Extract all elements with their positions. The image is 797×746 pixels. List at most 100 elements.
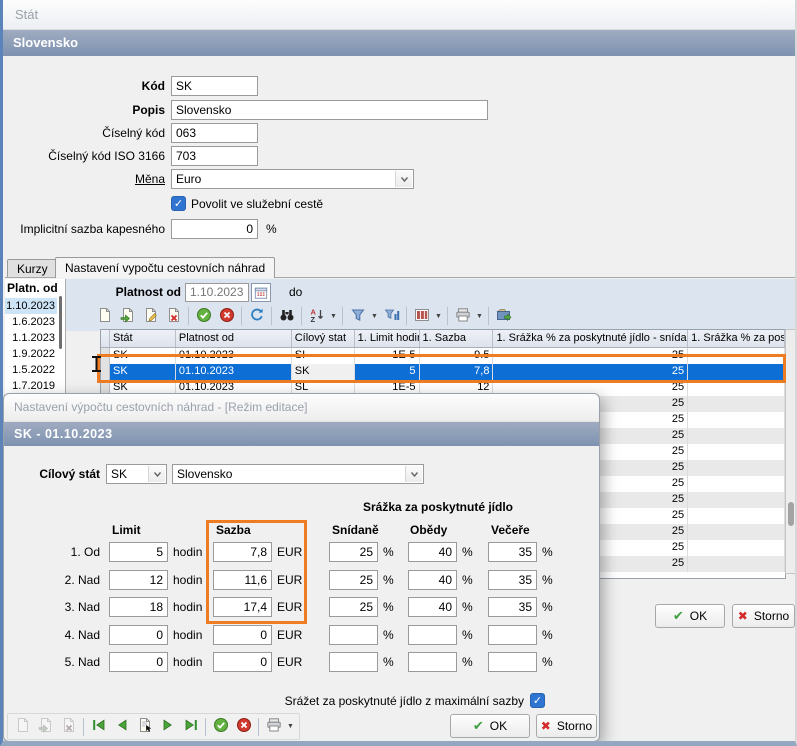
calendar-button[interactable]: [251, 283, 271, 302]
table-scrollbar-thumb[interactable]: [788, 502, 794, 526]
sort-az-button[interactable]: AZ: [305, 306, 328, 327]
sazba-input[interactable]: 0: [213, 625, 272, 645]
sazba-input[interactable]: 17,4: [213, 597, 272, 617]
row-marker-cell[interactable]: [101, 348, 110, 364]
nav-last-button[interactable]: [179, 716, 202, 737]
sazba-input[interactable]: 0: [213, 652, 272, 672]
table-cell[interactable]: [688, 396, 785, 412]
tab-nahrady[interactable]: Nastavení vypočtu cestovních náhrad: [55, 257, 275, 278]
table-cell[interactable]: [688, 460, 785, 476]
binoculars-button[interactable]: [275, 306, 298, 327]
srazet-checkbox[interactable]: ✓: [530, 693, 545, 708]
cancel-button[interactable]: [215, 306, 238, 327]
vecere-input[interactable]: 35: [488, 570, 537, 590]
filter-columns-button[interactable]: [380, 306, 403, 327]
obedy-input[interactable]: 40: [408, 542, 457, 562]
table-row[interactable]: SK01.10.2023SK57,825: [101, 364, 785, 380]
table-cell[interactable]: [688, 524, 785, 540]
columns-button[interactable]: [410, 306, 433, 327]
dropdown-caret-icon[interactable]: ▼: [369, 313, 380, 320]
limit-hours-input[interactable]: 0: [109, 652, 168, 672]
snidane-input[interactable]: 25: [329, 542, 378, 562]
table-cell[interactable]: [688, 492, 785, 508]
platnost-list-item[interactable]: 1.9.2022: [5, 346, 57, 362]
cancel-button[interactable]: [232, 716, 255, 737]
accept-button[interactable]: [209, 716, 232, 737]
table-cell[interactable]: 7,8: [420, 364, 494, 380]
record-list-button[interactable]: [133, 716, 156, 737]
table-cell[interactable]: 1E-5: [355, 348, 420, 364]
kod-input[interactable]: SK: [171, 76, 258, 96]
table-cell[interactable]: [688, 444, 785, 460]
platnost-list-item[interactable]: 1.1.2023: [5, 330, 57, 346]
platnost-list-item[interactable]: 1.6.2023: [5, 314, 57, 330]
snidane-input[interactable]: [329, 652, 378, 672]
nav-prev-button[interactable]: [110, 716, 133, 737]
obedy-input[interactable]: 40: [408, 597, 457, 617]
table-cell[interactable]: [688, 508, 785, 524]
snidane-input[interactable]: 25: [329, 570, 378, 590]
cilovy-stat-code-select[interactable]: SK: [106, 464, 167, 484]
dropdown-caret-icon[interactable]: ▼: [433, 313, 444, 320]
storno-button[interactable]: ✖ Storno: [732, 604, 795, 628]
table-column-header[interactable]: 1. Srážka % za pos: [688, 330, 785, 347]
obedy-input[interactable]: 40: [408, 570, 457, 590]
printer-button[interactable]: [262, 716, 285, 737]
sazba-input[interactable]: 7,8: [213, 542, 272, 562]
table-cell[interactable]: [688, 380, 785, 396]
table-cell[interactable]: [688, 556, 785, 572]
table-row[interactable]: SK01.10.2023SI1E-59.525: [101, 348, 785, 364]
platnost-list-item[interactable]: 1.5.2022: [5, 362, 57, 378]
platnost-list-item[interactable]: 1.10.2023: [5, 298, 57, 314]
limit-hours-input[interactable]: 12: [109, 570, 168, 590]
dropdown-caret-icon[interactable]: ▼: [328, 313, 339, 320]
table-cell[interactable]: SI: [292, 348, 355, 364]
table-scrollbar[interactable]: [785, 329, 797, 574]
table-column-header[interactable]: Cílový stat: [292, 330, 355, 347]
table-cell[interactable]: [688, 540, 785, 556]
table-cell[interactable]: SK: [110, 364, 176, 380]
chevron-down-icon[interactable]: [405, 466, 422, 482]
popis-input[interactable]: Slovensko: [171, 100, 488, 120]
dialog-ok-button[interactable]: ✔ OK: [450, 714, 530, 738]
table-cell[interactable]: [688, 348, 785, 364]
vecere-input[interactable]: 35: [488, 597, 537, 617]
table-cell[interactable]: 25: [493, 364, 688, 380]
table-cell[interactable]: 25: [493, 348, 688, 364]
table-column-header[interactable]: Platnost od: [176, 330, 292, 347]
ok-button[interactable]: ✔ OK: [655, 604, 725, 628]
table-column-header[interactable]: 1. Sazba: [420, 330, 494, 347]
chevron-down-icon[interactable]: [148, 466, 165, 482]
table-column-header[interactable]: 1. Srážka % za poskytnuté jídlo - snídan…: [493, 330, 688, 347]
table-cell[interactable]: 01.10.2023: [176, 364, 292, 380]
page-edit-button[interactable]: [139, 306, 162, 327]
sazba-input[interactable]: 11,6: [213, 570, 272, 590]
nav-next-button[interactable]: [156, 716, 179, 737]
table-cell[interactable]: [688, 428, 785, 444]
table-column-header[interactable]: 1. Limit hodin: [355, 330, 420, 347]
obedy-input[interactable]: [408, 625, 457, 645]
dropdown-caret-icon[interactable]: ▼: [474, 313, 485, 320]
page-new-button[interactable]: [93, 306, 116, 327]
dialog-storno-button[interactable]: ✖ Storno: [536, 714, 597, 738]
kapesne-input[interactable]: 0: [171, 219, 258, 239]
table-cell[interactable]: 9.5: [420, 348, 494, 364]
chevron-down-icon[interactable]: [395, 171, 412, 187]
cilovy-stat-name-select[interactable]: Slovensko: [172, 464, 424, 484]
iso-kod-input[interactable]: 703: [171, 146, 258, 166]
nav-first-button[interactable]: [87, 716, 110, 737]
table-cell[interactable]: SK: [292, 364, 355, 380]
table-cell[interactable]: 01.10.2023: [176, 348, 292, 364]
limit-hours-input[interactable]: 18: [109, 597, 168, 617]
refresh-button[interactable]: [245, 306, 268, 327]
snidane-input[interactable]: [329, 625, 378, 645]
table-cell[interactable]: SK: [110, 348, 176, 364]
vecere-input[interactable]: [488, 625, 537, 645]
limit-hours-input[interactable]: 5: [109, 542, 168, 562]
vecere-input[interactable]: 35: [488, 542, 537, 562]
table-cell[interactable]: 5: [355, 364, 420, 380]
printer-button[interactable]: [451, 306, 474, 327]
table-cell[interactable]: [688, 364, 785, 380]
tab-kurzy[interactable]: Kurzy: [7, 259, 58, 277]
filter-button[interactable]: [346, 306, 369, 327]
